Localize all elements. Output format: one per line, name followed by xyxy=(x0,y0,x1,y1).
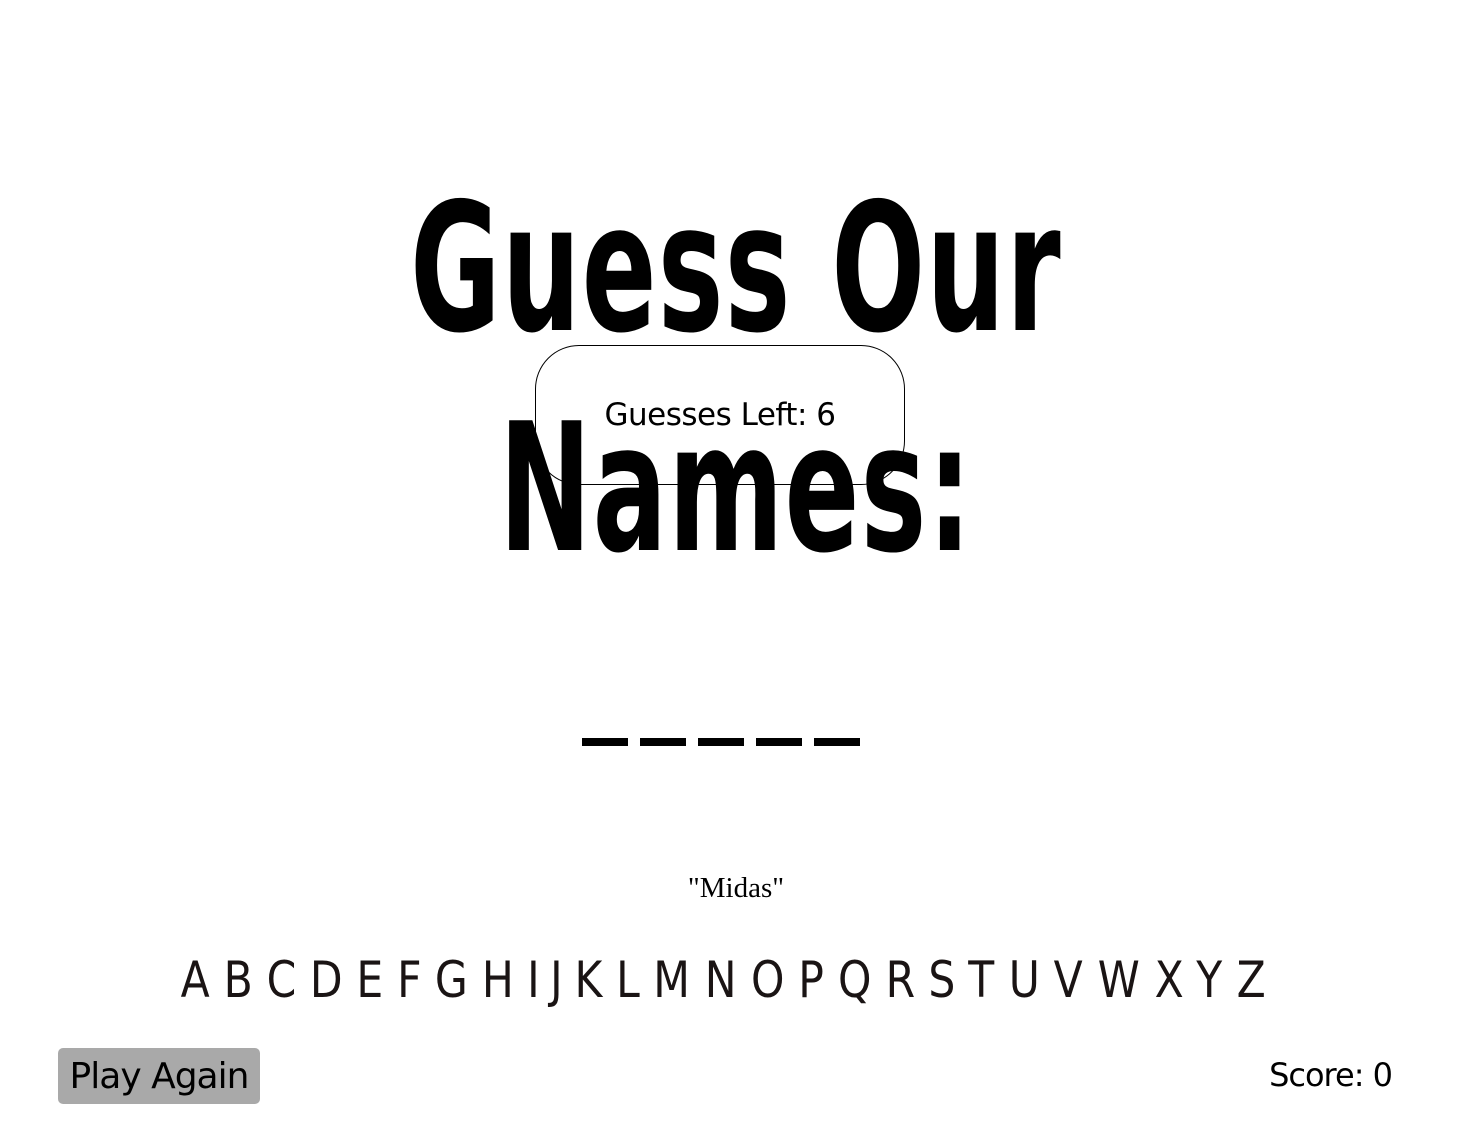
letter-key-s[interactable]: S xyxy=(928,950,955,1010)
letter-key-a[interactable]: A xyxy=(181,950,210,1010)
play-again-button[interactable]: Play Again xyxy=(58,1048,260,1104)
score-display: Score: 0 xyxy=(1269,1056,1393,1094)
hint-text: "Midas" xyxy=(687,872,785,904)
letter-key-u[interactable]: U xyxy=(1008,950,1039,1010)
letter-key-l[interactable]: L xyxy=(616,950,640,1010)
letter-key-h[interactable]: H xyxy=(482,950,514,1010)
letter-key-b[interactable]: B xyxy=(223,950,252,1010)
letter-blank xyxy=(640,738,686,746)
letter-key-e[interactable]: E xyxy=(357,950,384,1010)
letter-key-k[interactable]: K xyxy=(575,950,603,1010)
letter-blank xyxy=(756,738,802,746)
word-blanks xyxy=(582,738,860,746)
letter-key-c[interactable]: C xyxy=(266,950,296,1010)
letter-key-i[interactable]: I xyxy=(527,950,540,1010)
letter-key-m[interactable]: M xyxy=(653,950,690,1010)
letter-key-g[interactable]: G xyxy=(435,950,468,1010)
letter-key-j[interactable]: J xyxy=(550,950,563,1010)
letter-key-t[interactable]: T xyxy=(969,950,995,1010)
letter-keyboard: ABCDEFGHIJKLMNOPQRSTUVWXYZ xyxy=(178,950,1268,1010)
letter-key-n[interactable]: N xyxy=(705,950,737,1010)
letter-key-z[interactable]: Z xyxy=(1236,950,1265,1010)
letter-key-o[interactable]: O xyxy=(751,950,784,1010)
letter-key-w[interactable]: W xyxy=(1097,950,1139,1010)
letter-blank xyxy=(698,738,744,746)
letter-key-y[interactable]: Y xyxy=(1197,950,1223,1010)
letter-key-d[interactable]: D xyxy=(310,950,343,1010)
letter-key-f[interactable]: F xyxy=(397,950,421,1010)
guesses-left-text: Guesses Left: 6 xyxy=(604,397,836,433)
letter-blank xyxy=(814,738,860,746)
letter-key-p[interactable]: P xyxy=(798,950,824,1010)
letter-key-v[interactable]: V xyxy=(1053,950,1082,1010)
guesses-left-box: Guesses Left: 6 xyxy=(535,345,905,485)
letter-key-r[interactable]: R xyxy=(885,950,915,1010)
letter-blank xyxy=(582,738,628,746)
letter-key-q[interactable]: Q xyxy=(838,950,871,1010)
letter-key-x[interactable]: X xyxy=(1154,950,1183,1010)
